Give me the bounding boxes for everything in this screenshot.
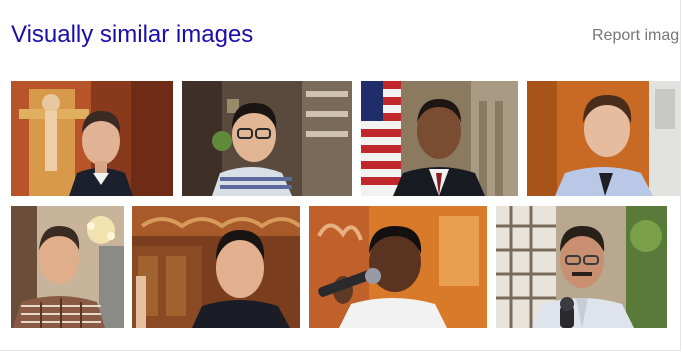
similar-image-2[interactable]: [182, 81, 352, 196]
similar-image-4-photo: [527, 81, 680, 196]
similar-image-5-photo: [11, 206, 124, 328]
similar-image-5[interactable]: [11, 206, 124, 328]
similar-image-8-photo: [496, 206, 667, 328]
report-images-link[interactable]: Report imag: [592, 26, 680, 46]
similar-image-3[interactable]: [361, 81, 518, 196]
similar-image-6[interactable]: [132, 206, 300, 328]
similar-image-7-photo: [309, 206, 487, 328]
similar-image-8[interactable]: [496, 206, 667, 328]
similar-image-1[interactable]: [11, 81, 173, 196]
similar-image-4[interactable]: [527, 81, 680, 196]
similar-image-1-photo: [11, 81, 173, 196]
similar-image-2-photo: [182, 81, 352, 196]
similar-images-panel: Visually similar images Report imag: [0, 0, 681, 351]
similar-image-7[interactable]: [309, 206, 487, 328]
similar-image-3-photo: [361, 81, 518, 196]
similar-image-6-photo: [132, 206, 300, 328]
visually-similar-heading[interactable]: Visually similar images: [11, 20, 253, 50]
